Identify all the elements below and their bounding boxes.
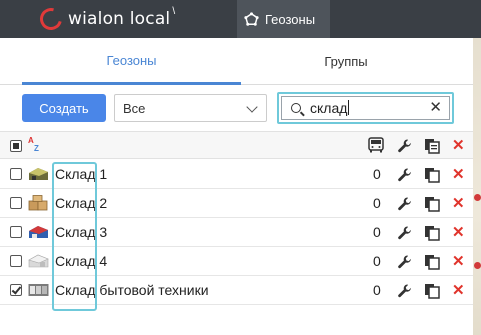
row-name: Склад 4 (55, 253, 108, 269)
delete-icon[interactable]: ✕ (452, 165, 465, 183)
warehouse-white-icon (28, 254, 49, 268)
row-count: 0 (373, 195, 381, 211)
row-name: Склад 2 (55, 195, 108, 211)
boxes-icon (28, 195, 48, 211)
wrench-icon[interactable] (397, 254, 413, 270)
sort-az-icon[interactable]: AZ (28, 137, 44, 153)
copy-icon[interactable] (424, 196, 440, 212)
warehouse-blue-red-icon (29, 226, 48, 238)
table-row[interactable]: Склад 4 0 ✕ (0, 247, 473, 276)
search-icon (291, 103, 301, 113)
row-checkbox[interactable] (10, 284, 22, 296)
text-cursor (348, 100, 350, 115)
geofence-icon (244, 11, 259, 26)
row-name: Склад бытовой техники (55, 282, 209, 298)
panel-tabs: Геозоны Группы (0, 38, 473, 85)
search-input-value: склад (310, 100, 348, 116)
row-checkbox[interactable] (10, 168, 22, 180)
wrench-icon[interactable] (397, 138, 413, 154)
row-count: 0 (373, 166, 381, 182)
wrench-icon[interactable] (397, 283, 413, 299)
top-bar: wialon local \ Геозоны (0, 0, 481, 38)
appliances-store-icon (28, 284, 49, 296)
bus-icon[interactable] (367, 137, 385, 153)
row-count: 0 (373, 224, 381, 240)
copy-icon[interactable] (424, 167, 440, 183)
delete-icon[interactable]: ✕ (452, 223, 465, 241)
map-marker-icon[interactable] (474, 262, 481, 269)
wialon-logo[interactable]: wialon local \ (35, 3, 176, 35)
copy-icon[interactable] (424, 225, 440, 241)
table-row[interactable]: Склад 1 0 ✕ (0, 160, 473, 189)
delete-icon[interactable]: ✕ (452, 136, 465, 154)
table-row[interactable]: Склад бытовой техники 0 ✕ (0, 276, 473, 305)
table-header: AZ ✕ (0, 131, 473, 159)
search-input[interactable]: склад ✕ (277, 92, 454, 124)
row-checkbox[interactable] (10, 226, 22, 238)
tab-geofences[interactable]: Геозоны (22, 38, 241, 85)
select-all-checkbox[interactable] (10, 140, 22, 152)
logo-mark-icon (35, 3, 67, 35)
delete-icon[interactable]: ✕ (452, 281, 465, 299)
geofences-panel: Геозоны Группы Создать Все склад ✕ AZ ✕ … (0, 38, 473, 335)
wrench-icon[interactable] (397, 167, 413, 183)
map-area[interactable] (473, 38, 481, 335)
copy-icon[interactable] (424, 283, 440, 299)
delete-icon[interactable]: ✕ (452, 194, 465, 212)
row-count: 0 (373, 253, 381, 269)
row-name: Склад 1 (55, 166, 108, 182)
clear-search-icon[interactable]: ✕ (429, 98, 442, 116)
wrench-icon[interactable] (397, 225, 413, 241)
tab-groups[interactable]: Группы (241, 38, 451, 85)
copy-icon[interactable] (424, 254, 440, 270)
filter-select-value: Все (123, 100, 146, 116)
row-count: 0 (373, 282, 381, 298)
table-row[interactable]: Склад 3 0 ✕ (0, 218, 473, 247)
delete-icon[interactable]: ✕ (452, 252, 465, 270)
row-checkbox[interactable] (10, 255, 22, 267)
warehouse-dark-icon (29, 168, 48, 180)
toolbar: Создать Все склад ✕ (0, 85, 473, 131)
module-tab-geofences[interactable]: Геозоны (237, 0, 330, 38)
create-button[interactable]: Создать (22, 94, 106, 122)
map-marker-icon[interactable] (474, 194, 481, 201)
chevron-down-icon (246, 101, 258, 113)
wrench-icon[interactable] (397, 196, 413, 212)
logo-tick-icon: \ (172, 5, 176, 17)
copy-icon[interactable] (424, 138, 440, 154)
table-row[interactable]: Склад 2 0 ✕ (0, 189, 473, 218)
row-name: Склад 3 (55, 224, 108, 240)
row-checkbox[interactable] (10, 197, 22, 209)
filter-select[interactable]: Все (114, 94, 267, 122)
module-tab-label: Геозоны (265, 11, 316, 27)
